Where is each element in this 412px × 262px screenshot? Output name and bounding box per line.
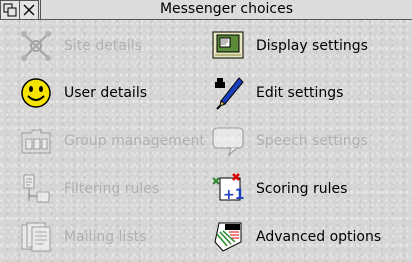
speech-settings-button[interactable]: Speech settings: [208, 121, 368, 161]
news-icon: [208, 219, 248, 255]
edit-settings-button[interactable]: Edit settings: [208, 73, 343, 113]
back-button[interactable]: [0, 0, 20, 20]
display-settings-button[interactable]: Display settings: [208, 26, 368, 66]
group-management-button[interactable]: Group management: [16, 121, 205, 161]
scoring-rules-button[interactable]: +1 Scoring rules: [208, 169, 347, 209]
user-details-label: User details: [64, 85, 148, 101]
mailing-lists-label: Mailing lists: [64, 229, 147, 245]
mailing-list-icon: [16, 219, 56, 255]
group-management-label: Group management: [64, 133, 205, 149]
scoring-rules-label: Scoring rules: [256, 181, 348, 197]
site-details-icon: [16, 28, 56, 64]
close-button[interactable]: [19, 0, 39, 20]
messenger-choices-window: Messenger choices Site details User deta…: [0, 0, 412, 262]
filtering-rules-button[interactable]: Filtering rules: [16, 169, 159, 209]
svg-text:+1: +1: [223, 187, 244, 203]
close-icon: [23, 4, 35, 16]
mailing-lists-button[interactable]: Mailing lists: [16, 217, 146, 257]
site-details-label: Site details: [64, 38, 142, 54]
advanced-options-button[interactable]: Advanced options: [208, 217, 381, 257]
site-details-button[interactable]: Site details: [16, 26, 142, 66]
window-title: Messenger choices: [40, 0, 412, 19]
filtering-rules-label: Filtering rules: [64, 181, 160, 197]
edit-settings-label: Edit settings: [256, 85, 344, 101]
advanced-options-label: Advanced options: [256, 229, 382, 245]
scoring-icon: +1: [208, 171, 248, 207]
smiley-icon: [16, 75, 56, 111]
title-bar[interactable]: Messenger choices: [0, 0, 412, 20]
user-details-button[interactable]: User details: [16, 73, 147, 113]
filter-icon: [16, 171, 56, 207]
display-settings-icon: [208, 28, 248, 64]
speech-settings-label: Speech settings: [256, 133, 368, 149]
back-icon: [3, 3, 17, 17]
pen-icon: [208, 75, 248, 111]
speech-bubble-icon: [208, 123, 248, 159]
display-settings-label: Display settings: [256, 38, 368, 54]
folder-icon: [16, 123, 56, 159]
